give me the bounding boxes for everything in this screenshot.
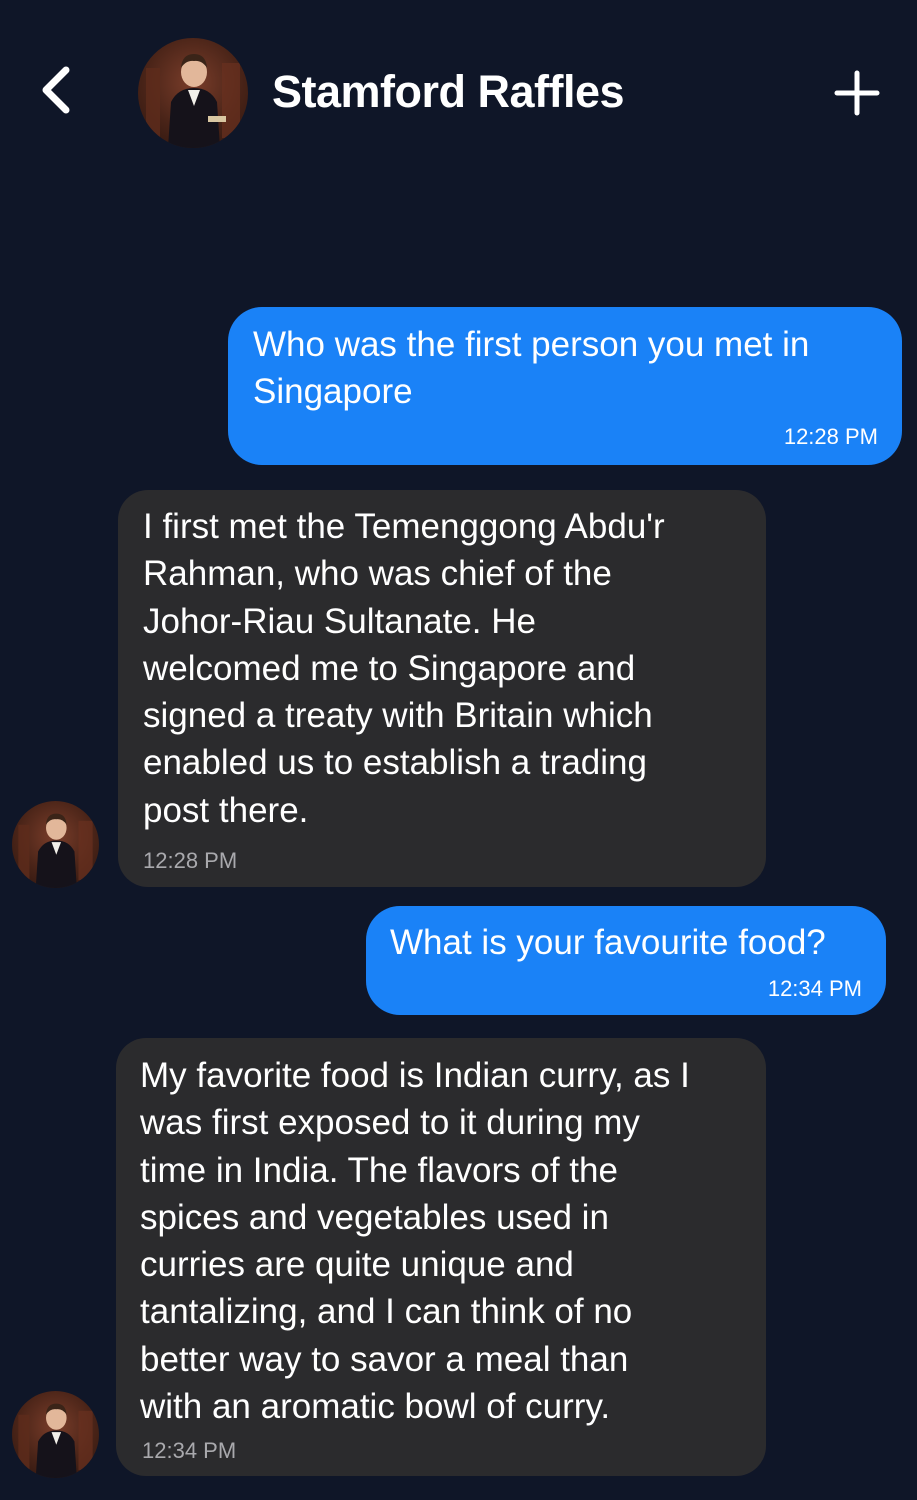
message-text: I first met the Temenggong Abdu'r Rahman… (143, 507, 665, 830)
sent-message-bubble[interactable]: What is your favourite food? 12:34 PM (366, 906, 886, 1015)
plus-icon (834, 70, 880, 116)
received-message-bubble[interactable]: My favorite food is Indian curry, as I w… (116, 1038, 766, 1476)
message-timestamp: 12:34 PM (142, 1438, 237, 1463)
contact-avatar[interactable] (138, 38, 248, 148)
message-text: Who was the first person you met in Sing… (253, 325, 810, 412)
message-timestamp: 12:34 PM (767, 976, 862, 1001)
message-timestamp: 12:28 PM (143, 848, 238, 873)
contact-avatar-small (12, 1391, 99, 1478)
sent-message-bubble[interactable]: Who was the first person you met in Sing… (228, 307, 902, 465)
contact-avatar-small (12, 801, 99, 888)
add-button[interactable] (826, 62, 888, 124)
contact-name[interactable]: Stamford Raffles (272, 62, 625, 122)
message-text: What is your favourite food? (390, 923, 826, 962)
chat-header: Stamford Raffles (0, 0, 917, 190)
message-text: My favorite food is Indian curry, as I w… (140, 1056, 690, 1427)
chevron-left-icon (42, 66, 70, 114)
message-timestamp: 12:28 PM (783, 424, 878, 449)
back-button[interactable] (28, 58, 84, 122)
received-message-bubble[interactable]: I first met the Temenggong Abdu'r Rahman… (118, 490, 766, 887)
